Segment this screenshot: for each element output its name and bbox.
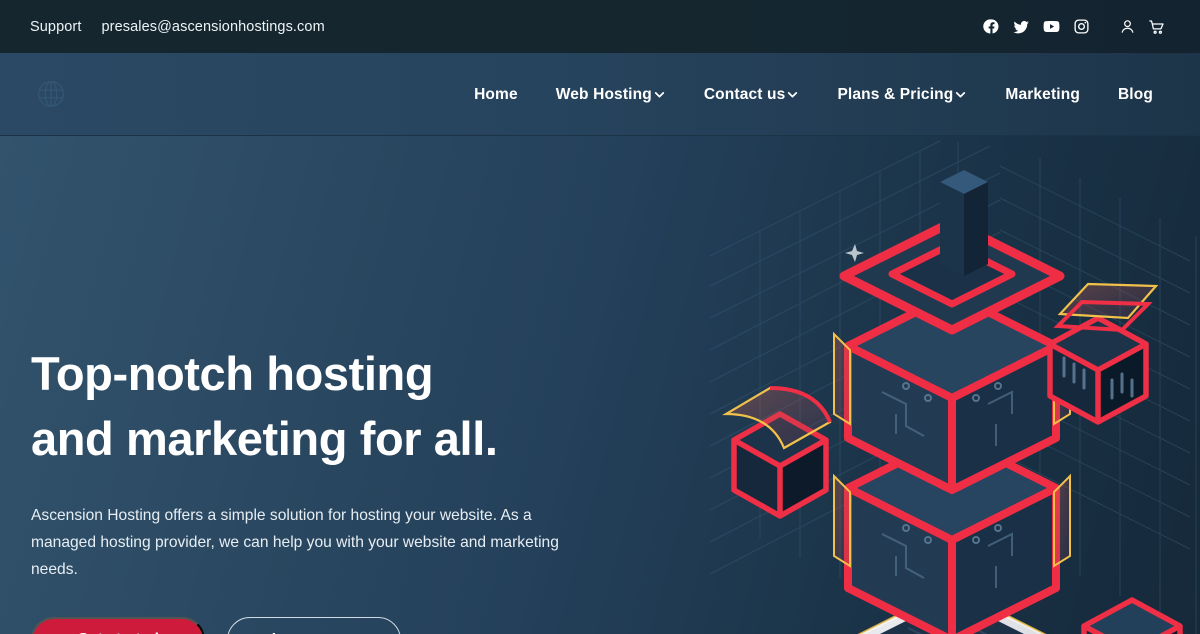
ascension-hosting-globe-logo[interactable] <box>32 75 70 113</box>
chevron-down-icon <box>653 88 666 101</box>
hero-copy: Top-notch hosting and marketing for all.… <box>31 341 631 634</box>
instagram-icon[interactable] <box>1066 12 1096 42</box>
nav-item-plans-and-pricing[interactable]: Plans & Pricing <box>818 86 986 104</box>
nav-item-web-hosting[interactable]: Web Hosting <box>537 86 685 104</box>
nav-item-label: Plans & Pricing <box>837 85 954 103</box>
topbar-contact-group: Support presales@ascensionhostings.com <box>30 19 325 35</box>
landing-page: Support presales@ascensionhostings.com H… <box>0 0 1200 634</box>
chevron-down-icon <box>786 88 799 101</box>
hero-subtitle: Ascension Hosting offers a simple soluti… <box>31 507 559 578</box>
shopping-cart-icon[interactable] <box>1142 12 1172 42</box>
topbar-icon-group <box>976 0 1172 53</box>
support-link[interactable]: Support <box>30 19 82 35</box>
nav-links: Home Web Hosting Contact us Plans & Pric… <box>455 53 1172 136</box>
main-navigation-bar: Home Web Hosting Contact us Plans & Pric… <box>0 53 1200 136</box>
nav-item-label: Home <box>474 85 518 103</box>
hero-section: Top-notch hosting and marketing for all.… <box>0 136 1200 634</box>
isometric-server-stack-illustration <box>700 136 1200 634</box>
support-email-link[interactable]: presales@ascensionhostings.com <box>102 19 325 35</box>
learn-more-button[interactable]: Learn more <box>227 617 401 634</box>
nav-item-label: Contact us <box>703 85 786 103</box>
user-account-icon[interactable] <box>1112 12 1142 42</box>
nav-item-label: Blog <box>1117 85 1153 103</box>
nav-item-marketing[interactable]: Marketing <box>986 86 1099 104</box>
facebook-icon[interactable] <box>976 12 1006 42</box>
nav-item-label: Web Hosting <box>555 85 652 103</box>
nav-item-blog[interactable]: Blog <box>1099 86 1172 104</box>
top-utility-bar: Support presales@ascensionhostings.com <box>0 0 1200 53</box>
youtube-icon[interactable] <box>1036 12 1066 42</box>
nav-item-contact-us[interactable]: Contact us <box>685 86 819 104</box>
hero-cta-group: Get started Learn more <box>31 617 631 634</box>
nav-item-label: Marketing <box>1005 85 1080 103</box>
chevron-down-icon <box>954 88 967 101</box>
page-title: Top-notch hosting and marketing for all. <box>31 347 498 465</box>
get-started-button[interactable]: Get started <box>31 617 205 634</box>
nav-item-home[interactable]: Home <box>455 86 537 104</box>
twitter-icon[interactable] <box>1006 12 1036 42</box>
icon-group-divider <box>1096 26 1112 27</box>
